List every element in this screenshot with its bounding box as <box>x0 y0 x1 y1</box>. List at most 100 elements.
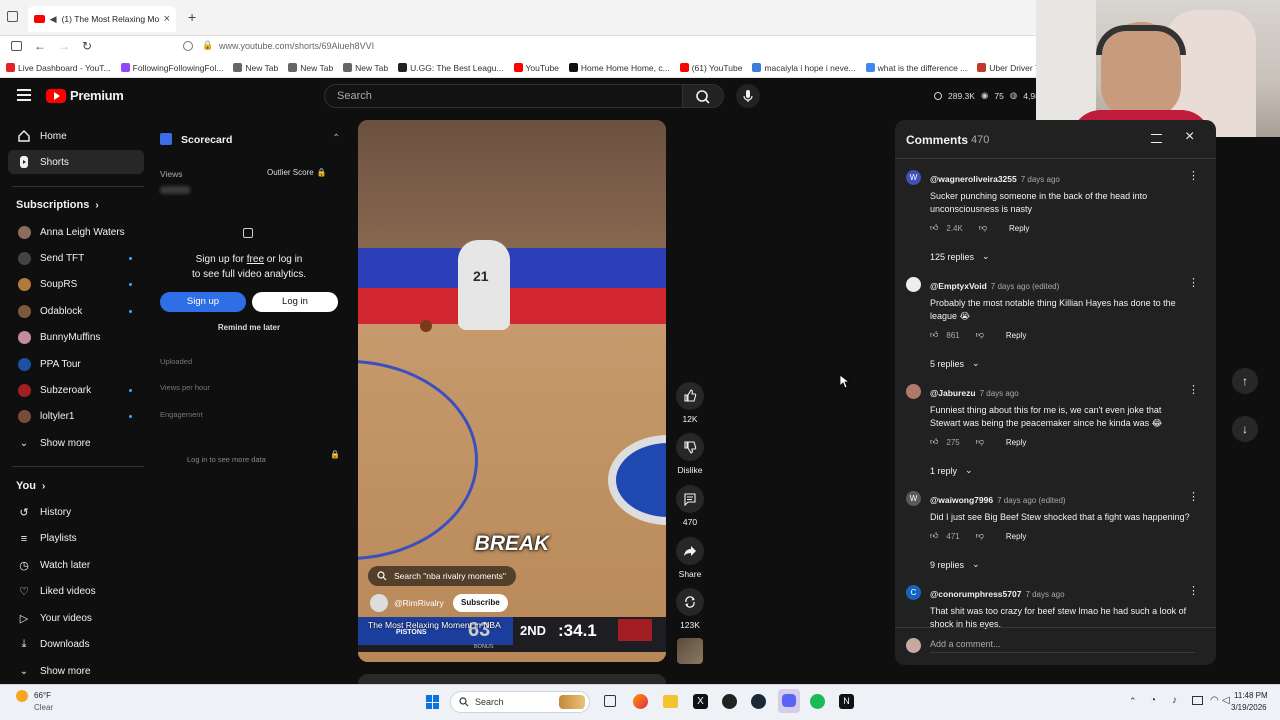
reply-button[interactable]: Reply <box>1006 532 1026 541</box>
more-options-icon[interactable]: ⋮ <box>1188 584 1199 597</box>
share-button[interactable]: Share <box>672 537 708 579</box>
thumbs-up-icon[interactable]: 👍︎ <box>930 223 938 233</box>
bookmark-item[interactable]: New Tab <box>288 63 333 73</box>
bookmark-item[interactable]: New Tab <box>343 63 388 73</box>
comment-author[interactable]: @Jaburezu <box>930 388 976 398</box>
comment-author[interactable]: @EmptyxVoid <box>930 281 987 291</box>
url-input[interactable]: www.youtube.com/shorts/69Alueh8VVI <box>219 41 374 51</box>
file-explorer-icon[interactable] <box>663 695 678 708</box>
remind-later-link[interactable]: Remind me later <box>160 323 338 332</box>
back-icon[interactable]: ← <box>34 39 46 53</box>
youtube-logo-icon[interactable] <box>46 89 66 103</box>
more-options-icon[interactable]: ⋮ <box>1188 490 1199 503</box>
sidebar-channel[interactable]: BunnyMuffins <box>8 326 144 350</box>
signup-free-link[interactable]: free <box>247 254 264 265</box>
bookmark-item[interactable]: Live Dashboard - YouT... <box>6 63 111 73</box>
remix-button[interactable]: 123K <box>672 588 708 630</box>
sidebar-item-home[interactable]: Home <box>8 124 144 148</box>
comment-author[interactable]: @waiwong7996 <box>930 495 993 505</box>
video-title[interactable]: The Most Relaxing Moment in NBA <box>368 620 501 630</box>
replies-toggle[interactable]: 125 replies ⌄ <box>930 251 1192 262</box>
like-button[interactable]: 12K <box>672 382 708 424</box>
thumbs-up-icon[interactable]: 👍︎ <box>930 437 938 447</box>
sort-icon[interactable] <box>1151 134 1162 143</box>
sidebar-item-shorts[interactable]: Shorts <box>8 150 144 174</box>
new-tab-icon[interactable]: + <box>188 9 196 25</box>
replies-toggle[interactable]: 1 reply ⌄ <box>930 465 1192 476</box>
sidebar-item-watch-later[interactable]: ◷ Watch later <box>8 553 144 577</box>
bookmark-item[interactable]: U.GG: The Best Leagu... <box>398 63 504 73</box>
windows-start-icon[interactable] <box>426 695 440 709</box>
weather-icon[interactable] <box>16 690 28 702</box>
sidebar-channel[interactable]: loltyler1 <box>8 405 144 429</box>
obs-icon[interactable] <box>722 694 737 709</box>
reply-button[interactable]: Reply <box>1006 331 1026 340</box>
sidebar-channel[interactable]: Odablock <box>8 299 144 323</box>
next-video-button[interactable]: ↓ <box>1232 416 1258 442</box>
bookmark-item[interactable]: FollowingFollowingFol... <box>120 63 223 73</box>
lock-icon[interactable]: 🔒 <box>202 40 213 51</box>
show-more-you[interactable]: ⌄ Show more <box>8 659 144 683</box>
bookmark-item[interactable]: YouTube <box>513 63 559 73</box>
more-options-icon[interactable]: ⋮ <box>1188 276 1199 289</box>
avatar[interactable] <box>906 277 921 292</box>
bookmark-item[interactable]: macaiyla i hope i neve... <box>752 63 856 73</box>
sidebar-item-liked-videos[interactable]: ♡ Liked videos <box>8 580 144 604</box>
menu-icon[interactable] <box>17 89 31 101</box>
tracking-icon[interactable] <box>183 41 193 51</box>
sound-thumbnail[interactable] <box>677 638 703 664</box>
avatar[interactable] <box>906 384 921 399</box>
collapse-icon[interactable]: ⌃ <box>332 133 340 144</box>
dislike-button[interactable]: Dislike <box>672 433 708 475</box>
previous-video-button[interactable]: ↑ <box>1232 368 1258 394</box>
network-icon[interactable]: ◔ <box>1150 695 1156 706</box>
sidebar-item-history[interactable]: ↺ History <box>8 500 144 524</box>
sidebar-channel[interactable]: Anna Leigh Waters <box>8 220 144 244</box>
thumbs-down-icon[interactable]: 👎︎ <box>979 223 987 233</box>
reload-icon[interactable]: ↻ <box>82 39 92 53</box>
weather-temp[interactable]: 66°F <box>34 691 51 700</box>
firefox-icon[interactable] <box>633 694 648 709</box>
spotify-icon[interactable] <box>810 694 825 709</box>
discord-icon[interactable] <box>778 689 800 713</box>
comment-author[interactable]: @conorumphress5707 <box>930 589 1021 599</box>
bookmark-item[interactable]: New Tab <box>233 63 278 73</box>
sidebar-channel[interactable]: SoupRS <box>8 273 144 297</box>
reply-button[interactable]: Reply <box>1006 438 1026 447</box>
add-comment-input[interactable]: Add a comment... <box>930 639 1195 653</box>
forward-icon[interactable]: → <box>58 39 70 53</box>
more-options-icon[interactable]: ⋮ <box>1188 169 1199 182</box>
voice-search-button[interactable] <box>736 84 760 108</box>
display-icon[interactable] <box>1192 696 1203 705</box>
microphone-icon[interactable]: ♪ <box>1172 695 1177 706</box>
bookmark-item[interactable]: (61) YouTube <box>679 63 742 73</box>
taskbar-search[interactable]: Search <box>450 691 590 713</box>
weather-condition[interactable]: Clear <box>34 703 53 712</box>
sidebar-channel[interactable]: PPA Tour <box>8 352 144 376</box>
tab-close-icon[interactable]: × <box>164 13 170 25</box>
thumbs-down-icon[interactable]: 👎︎ <box>976 531 984 541</box>
audio-icon[interactable]: ◀ <box>50 14 57 25</box>
reply-button[interactable]: Reply <box>1009 224 1029 233</box>
replies-toggle[interactable]: 9 replies ⌄ <box>930 559 1192 570</box>
search-button[interactable] <box>682 84 724 108</box>
tray-chevron-icon[interactable]: ⌃ <box>1129 696 1137 707</box>
bookmark-item[interactable]: Home Home Home, c... <box>568 63 670 73</box>
clock-time[interactable]: 11:48 PM <box>1234 691 1268 700</box>
login-button[interactable]: Log in <box>252 292 338 312</box>
channel-name[interactable]: @RimRivalry <box>394 598 444 608</box>
comment-author[interactable]: @wagneroliveira3255 <box>930 174 1017 184</box>
avatar[interactable]: W <box>906 170 921 185</box>
subscriptions-heading[interactable]: Subscriptions › <box>16 199 99 211</box>
short-video-player[interactable]: 21 BREAK Search "nba rivalry moments" @R… <box>358 120 666 662</box>
you-heading[interactable]: You › <box>16 480 45 492</box>
search-chip[interactable]: Search "nba rivalry moments" <box>368 566 516 586</box>
subscribe-button[interactable]: Subscribe <box>453 594 508 612</box>
sidebar-channel[interactable]: Subzeroark <box>8 378 144 402</box>
tab-actions-icon[interactable] <box>7 11 18 22</box>
close-icon[interactable]: × <box>1185 128 1194 146</box>
thumbs-up-icon[interactable]: 👍︎ <box>930 330 938 340</box>
thumbs-down-icon[interactable]: 👎︎ <box>976 330 984 340</box>
avatar[interactable]: C <box>906 585 921 600</box>
logo-text[interactable]: Premium <box>70 88 124 103</box>
